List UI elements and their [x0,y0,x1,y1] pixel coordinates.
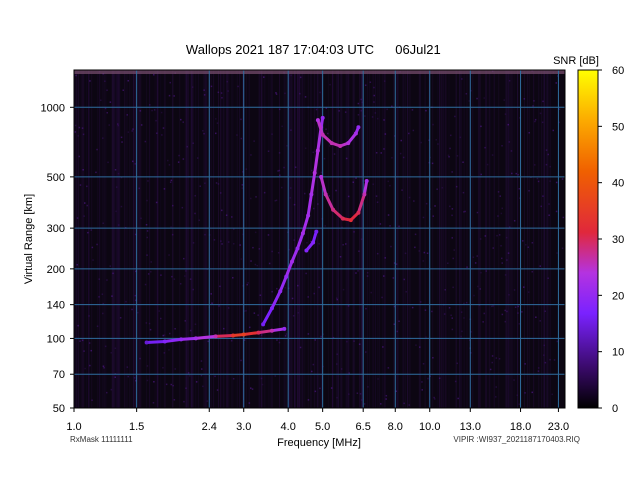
trace-point [256,330,261,335]
colorbar-tick-label: 50 [612,121,624,133]
x-tick-label: 5.0 [315,421,330,433]
colorbar-tick-label: 40 [612,178,624,190]
trace-point [144,340,149,345]
trace-point [320,132,325,137]
trace-point [306,213,311,218]
trace-point [338,144,343,148]
trace-point [323,192,328,197]
ionogram-chart: Wallops 2021 187 17:04:03 UTC 06Jul21 1.… [23,42,624,449]
colorbar-tick-label: 0 [612,403,618,415]
colorbar-tick-label: 10 [612,347,624,359]
trace-point [331,207,336,212]
trace-point [278,289,283,294]
trace-point [364,179,369,183]
trace-segment [214,334,235,338]
x-tick-label: 1.5 [129,421,144,433]
trace-point [319,174,324,179]
trace-point [179,337,184,342]
trace-point [269,306,274,311]
colorbar [577,69,599,409]
y-tick-label: 70 [53,369,65,381]
trace-point [356,125,361,130]
colorbar-ticks: 0 10 20 30 40 50 60 [598,65,624,415]
trace-point [231,333,236,338]
trace-segment [145,340,167,344]
trace-point [329,141,334,146]
trace-point [346,141,351,146]
trace-point [241,332,246,337]
trace-point [311,240,316,245]
trace-point [300,231,305,236]
trace-point [269,328,274,333]
colorbar-label: SNR [dB] [553,55,599,67]
trace-point [314,229,319,234]
x-axis-label: Frequency [MHz] [277,437,361,449]
trace-point [193,336,198,341]
trace-point [315,148,320,153]
colorbar-tick-label: 30 [612,234,624,246]
colorbar-tick-label: 20 [612,290,624,302]
trace-segment [163,337,183,343]
x-axis-ticks: 1.0 1.5 2.4 3.0 4.0 5.0 6.5 8.0 10.0 13.0 18.0 23.0 [66,408,569,433]
x-tick-label: 3.0 [236,421,251,433]
trace-point [340,216,345,221]
x-tick-label: 6.5 [356,421,371,433]
chart-date: 06Jul21 [395,42,441,57]
y-tick-label: 500 [47,172,65,184]
x-tick-label: 10.0 [419,421,440,433]
x-tick-label: 4.0 [281,421,296,433]
filename-label: VIPIR :WI937_2021187170403.RIQ [453,435,580,444]
y-tick-label: 200 [47,264,65,276]
trace-point [213,334,218,339]
trace-point [312,170,317,175]
y-tick-label: 100 [47,333,65,345]
y-tick-label: 300 [47,223,65,235]
y-tick-label: 1000 [41,102,65,114]
trace-point [309,192,314,197]
trace-point [284,274,289,279]
y-tick-label: 140 [47,300,65,312]
rxmask-label: RxMask 11111111 [70,435,133,444]
trace-segment [194,334,218,340]
trace-point [304,248,309,253]
trace-segment [242,331,260,336]
trace-point [261,322,266,327]
chart-title: Wallops 2021 187 17:04:03 UTC [186,42,374,57]
colorbar-tick-label: 60 [612,65,624,77]
trace-point [362,192,367,197]
trace-point [356,210,361,215]
y-axis-ticks: 50 70 100 140 200 300 500 1000 [41,102,74,415]
x-tick-label: 18.0 [510,421,531,433]
trace-segment [257,329,274,335]
x-tick-label: 2.4 [202,421,217,433]
trace-point [282,326,287,331]
trace-point [320,115,325,120]
x-tick-label: 1.0 [66,421,81,433]
x-tick-label: 23.0 [548,421,569,433]
y-tick-label: 50 [53,403,65,415]
trace-point [353,131,358,136]
x-tick-label: 13.0 [460,421,481,433]
trace-segment [179,336,198,341]
y-axis-label: Virtual Range [km] [23,194,35,284]
trace-point [315,118,320,123]
trace-point [295,246,300,251]
trace-point [348,218,353,223]
trace-point [290,259,294,264]
x-tick-label: 8.0 [388,421,403,433]
trace-point [162,339,167,344]
